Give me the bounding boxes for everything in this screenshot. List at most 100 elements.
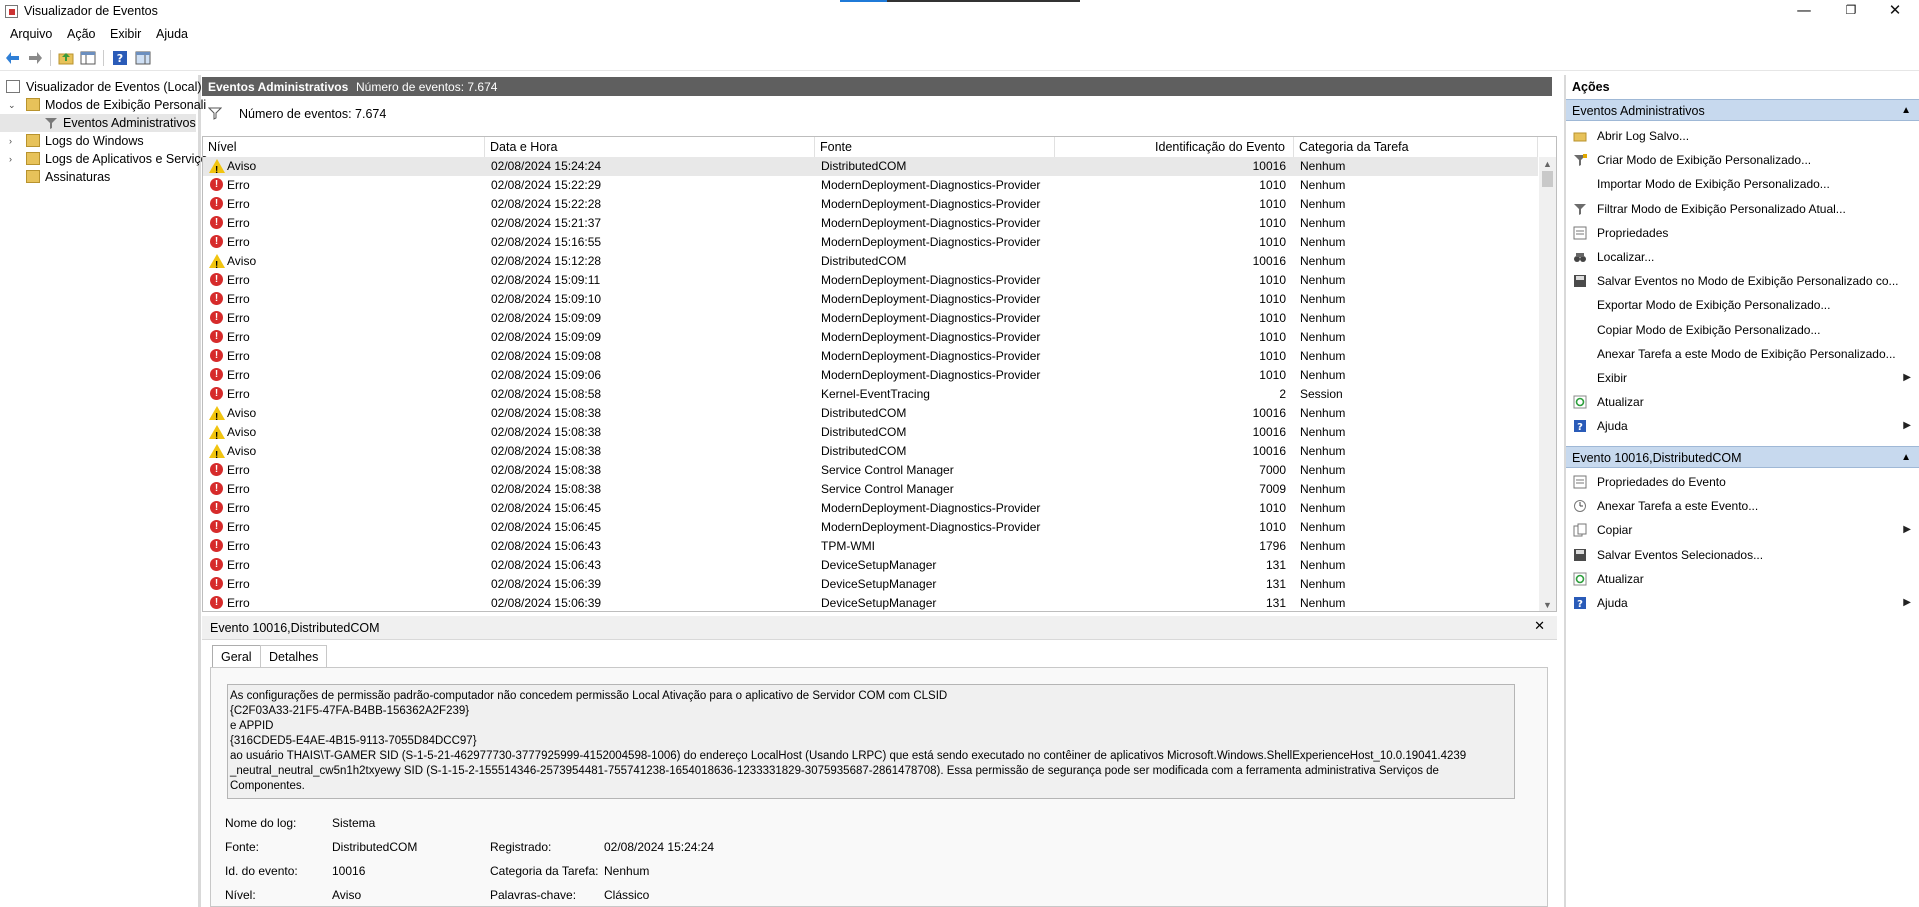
- event-list-scrollbar[interactable]: ▲ ▼: [1539, 157, 1556, 611]
- menu-acao[interactable]: Ação: [67, 27, 96, 41]
- column-header-task-category[interactable]: Categoria da Tarefa: [1294, 137, 1538, 157]
- table-row[interactable]: ! Erro 02/08/2024 15:09:09 ModernDeployment…: [203, 328, 1538, 347]
- table-row[interactable]: ! Erro 02/08/2024 15:08:38 Service Control …: [203, 461, 1538, 480]
- action-item[interactable]: Criar Modo de Exibição Personalizado...: [1566, 149, 1919, 171]
- action-item[interactable]: Exportar Modo de Exibição Personalizado.…: [1566, 294, 1919, 316]
- column-header-source[interactable]: Fonte: [815, 137, 1055, 157]
- cell-task-category: Nenhum: [1300, 444, 1346, 458]
- actions-section-admin-events[interactable]: Eventos Administrativos ▲: [1566, 99, 1919, 121]
- cell-event-id: 10016: [1252, 254, 1286, 268]
- cell-source: DistributedCOM: [821, 425, 907, 439]
- error-icon: !: [210, 596, 223, 609]
- action-item[interactable]: Copiar Modo de Exibição Personalizado...: [1566, 319, 1919, 341]
- menu-exibir[interactable]: Exibir: [110, 27, 141, 41]
- action-label: Copiar Modo de Exibição Personalizado...: [1597, 322, 1821, 337]
- action-item[interactable]: Filtrar Modo de Exibição Personalizado A…: [1566, 198, 1919, 220]
- table-row[interactable]: ! Erro 02/08/2024 15:16:55 ModernDeployment…: [203, 233, 1538, 252]
- action-item[interactable]: Importar Modo de Exibição Personalizado.…: [1566, 173, 1919, 195]
- action-item[interactable]: Salvar Eventos no Modo de Exibição Perso…: [1566, 270, 1919, 292]
- table-row[interactable]: ! Erro 02/08/2024 15:09:09 ModernDeployment…: [203, 309, 1538, 328]
- error-icon: !: [210, 178, 223, 191]
- action-item[interactable]: Atualizar: [1566, 391, 1919, 413]
- actions-section-event[interactable]: Evento 10016,DistributedCOM ▲: [1566, 446, 1919, 468]
- cell-event-id: 1010: [1259, 273, 1286, 287]
- up-folder-icon[interactable]: [58, 50, 74, 66]
- cell-level: Aviso: [227, 444, 257, 458]
- table-row[interactable]: ! Erro 02/08/2024 15:06:45 ModernDeployment…: [203, 499, 1538, 518]
- action-item[interactable]: Anexar Tarefa a este Modo de Exibição Pe…: [1566, 343, 1919, 365]
- action-item[interactable]: Localizar...: [1566, 246, 1919, 268]
- table-row[interactable]: Aviso 02/08/2024 15:12:28 DistributedCOM 10…: [203, 252, 1538, 275]
- table-row[interactable]: ! Erro 02/08/2024 15:08:38 Service Control …: [203, 480, 1538, 499]
- table-row[interactable]: ! Erro 02/08/2024 15:06:39 DeviceSetupManag…: [203, 594, 1538, 611]
- column-header-date[interactable]: Data e Hora: [485, 137, 815, 157]
- table-row[interactable]: Aviso 02/08/2024 15:08:38 DistributedCOM 10…: [203, 442, 1538, 465]
- toolbar-separator: [103, 50, 104, 66]
- table-row[interactable]: ! Erro 02/08/2024 15:09:08 ModernDeployment…: [203, 347, 1538, 366]
- cell-level: Erro: [227, 368, 250, 382]
- action-item[interactable]: Copiar ▶: [1566, 519, 1919, 541]
- actions-title: Ações: [1572, 80, 1610, 94]
- tree-item-admin-events[interactable]: Eventos Administrativos: [0, 114, 196, 132]
- show-hide-console-tree-icon[interactable]: [80, 50, 96, 66]
- action-item[interactable]: ? Ajuda ▶: [1566, 415, 1919, 437]
- table-row[interactable]: ! Erro 02/08/2024 15:06:43 TPM-WMI 1796 Nenhu…: [203, 537, 1538, 556]
- action-item[interactable]: Salvar Eventos Selecionados...: [1566, 544, 1919, 566]
- table-row[interactable]: Aviso 02/08/2024 15:24:24 DistributedCOM 10…: [203, 157, 1538, 180]
- forward-arrow-icon[interactable]: [27, 50, 43, 66]
- table-row[interactable]: ! Erro 02/08/2024 15:09:11 ModernDeployment…: [203, 271, 1538, 290]
- cell-level: Erro: [227, 482, 250, 496]
- table-row[interactable]: ! Erro 02/08/2024 15:22:29 ModernDeployment…: [203, 176, 1538, 195]
- table-row[interactable]: ! Erro 02/08/2024 15:08:58 Kernel-EventTrac…: [203, 385, 1538, 404]
- help-icon[interactable]: ?: [112, 50, 128, 66]
- menu-ajuda[interactable]: Ajuda: [156, 27, 188, 41]
- error-icon: !: [210, 577, 223, 590]
- column-header-level[interactable]: Nível: [203, 137, 485, 157]
- detail-close-icon[interactable]: ✕: [1534, 619, 1545, 634]
- action-item[interactable]: Atualizar: [1566, 568, 1919, 590]
- table-row[interactable]: Aviso 02/08/2024 15:08:38 DistributedCOM 10…: [203, 423, 1538, 446]
- action-item[interactable]: Propriedades: [1566, 222, 1919, 244]
- scroll-thumb[interactable]: [1542, 171, 1553, 187]
- cell-level: Erro: [227, 387, 250, 401]
- warning-icon: [209, 444, 225, 465]
- collapse-up-icon[interactable]: ▲: [1901, 447, 1911, 469]
- cell-level: Erro: [227, 596, 250, 610]
- table-row[interactable]: ! Erro 02/08/2024 15:21:37 ModernDeployment…: [203, 214, 1538, 233]
- table-row[interactable]: ! Erro 02/08/2024 15:22:28 ModernDeployment…: [203, 195, 1538, 214]
- action-item[interactable]: Propriedades do Evento: [1566, 471, 1919, 493]
- table-row[interactable]: ! Erro 02/08/2024 15:06:45 ModernDeployment…: [203, 518, 1538, 537]
- column-header-event-id[interactable]: Identificação do Evento: [1055, 137, 1294, 157]
- collapsed-chevron-icon[interactable]: ›: [9, 150, 17, 168]
- cell-level: Erro: [227, 501, 250, 515]
- scroll-down-arrow-icon[interactable]: ▼: [1543, 600, 1552, 610]
- table-row[interactable]: ! Erro 02/08/2024 15:06:43 DeviceSetupManag…: [203, 556, 1538, 575]
- action-item[interactable]: ? Ajuda ▶: [1566, 592, 1919, 614]
- tab-detalhes[interactable]: Detalhes: [260, 645, 328, 667]
- cell-date: 02/08/2024 15:12:28: [491, 254, 602, 268]
- table-row[interactable]: ! Erro 02/08/2024 15:09:10 ModernDeployment…: [203, 290, 1538, 309]
- event-id-label: Id. do evento:: [225, 864, 298, 878]
- maximize-button[interactable]: ❐: [1828, 0, 1874, 22]
- table-row[interactable]: ! Erro 02/08/2024 15:06:39 DeviceSetupManag…: [203, 575, 1538, 594]
- collapsed-chevron-icon[interactable]: ›: [9, 132, 17, 150]
- event-message[interactable]: As configurações de permissão padrão-com…: [227, 684, 1515, 799]
- back-arrow-icon[interactable]: [5, 50, 21, 66]
- action-label: Abrir Log Salvo...: [1597, 129, 1690, 143]
- action-item[interactable]: Anexar Tarefa a este Evento...: [1566, 495, 1919, 517]
- tab-geral[interactable]: Geral: [212, 645, 261, 667]
- close-button[interactable]: ✕: [1872, 0, 1918, 22]
- cell-event-id: 10016: [1252, 159, 1286, 173]
- expanded-chevron-icon[interactable]: ⌄: [8, 96, 16, 114]
- minimize-button[interactable]: —: [1781, 0, 1827, 22]
- cell-source: ModernDeployment-Diagnostics-Provider: [821, 197, 1041, 211]
- table-row[interactable]: ! Erro 02/08/2024 15:09:06 ModernDeployment…: [203, 366, 1538, 385]
- menu-arquivo[interactable]: Arquivo: [10, 27, 52, 41]
- show-hide-action-pane-icon[interactable]: [135, 50, 151, 66]
- cell-level: Erro: [227, 463, 250, 477]
- action-item[interactable]: Abrir Log Salvo...: [1566, 125, 1919, 147]
- action-item[interactable]: Exibir ▶: [1566, 367, 1919, 389]
- collapse-up-icon[interactable]: ▲: [1901, 100, 1911, 122]
- scroll-up-arrow-icon[interactable]: ▲: [1543, 159, 1552, 169]
- table-row[interactable]: Aviso 02/08/2024 15:08:38 DistributedCOM 10…: [203, 404, 1538, 427]
